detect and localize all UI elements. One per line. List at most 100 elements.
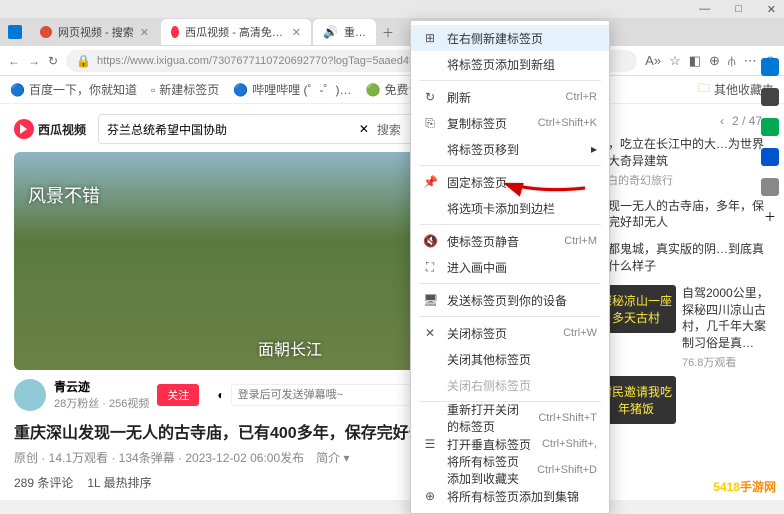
recommend-item[interactable]: 发现一无人的古寺庙，多年，保存完好却无人 (596, 198, 774, 232)
bookmark-item[interactable]: 🔵哔哩哔哩 (゜-゜)… (233, 81, 351, 98)
menu-shortcut: Ctrl+Shift+, (542, 438, 597, 450)
context-menu-item[interactable]: 将标签页添加到新组 (411, 51, 609, 77)
context-menu-item[interactable]: 🖥 发送标签页到你的设备 (411, 287, 609, 313)
tab-title: 重… (344, 24, 366, 40)
menu-icon[interactable]: ⋯ (744, 53, 757, 69)
danmu-toggle[interactable]: ◐ (217, 388, 224, 402)
back-button[interactable]: ← (8, 54, 20, 68)
recommend-item[interactable]: 村民邀请我吃年猪饭 (596, 376, 774, 424)
bookmark-item[interactable]: 🔵百度一下，你就知道 (10, 81, 137, 98)
app-icon (8, 25, 22, 39)
tab-context-menu: ⊞在右侧新建标签页将标签页添加到新组↻刷新Ctrl+R⎘复制标签页Ctrl+Sh… (410, 20, 610, 514)
tab-bar: 网页视频 - 搜索 ✕ 西瓜视频 - 高清免费在线视频 - ✕ 🔊 重… ＋ (0, 18, 784, 46)
menu-item-icon: ↻ (423, 90, 437, 104)
sort-hot[interactable]: 1L 最热排序 (87, 474, 151, 491)
recommend-item[interactable]: …，吃立在长江中的大…为世界八大奇异建筑小白的奇幻旅行 (596, 136, 774, 188)
context-menu-item[interactable]: ⎘复制标签页Ctrl+Shift+K (411, 110, 609, 136)
page-icon: ▫ (151, 83, 155, 97)
site-logo[interactable]: 西瓜视频 (14, 119, 86, 139)
read-aloud-icon[interactable]: A» (645, 53, 661, 68)
sidebar-icon[interactable] (761, 148, 779, 166)
context-menu-item[interactable]: 将所有标签页添加到收藏夹Ctrl+Shift+D (411, 457, 609, 483)
sidebar-icon[interactable] (761, 58, 779, 76)
annotation-arrow (500, 183, 590, 236)
sidebar-icon[interactable] (761, 88, 779, 106)
menu-item-label: 在右侧新建标签页 (447, 30, 597, 47)
menu-item-icon: ☰ (423, 437, 437, 451)
menu-item-label: 刷新 (447, 89, 556, 106)
add-sidebar-icon[interactable]: ＋ (764, 208, 776, 225)
tab-title: 网页视频 - 搜索 (58, 24, 134, 40)
author-avatar[interactable] (14, 379, 46, 411)
menu-item-label: 将标签页移到 (447, 141, 581, 158)
address-bar: ← → ↻ 🔒 https://www.ixigua.com/730767711… (0, 46, 784, 76)
browser-sidebar: ＋ (756, 48, 784, 348)
logo-icon (14, 119, 34, 139)
context-menu-item[interactable]: ✕关闭标签页Ctrl+W (411, 320, 609, 346)
prev-page[interactable]: ‹ (720, 114, 724, 128)
context-menu-item[interactable]: 将标签页移到▸ (411, 136, 609, 162)
context-menu-item[interactable]: ⊕ 将所有标签页添加到集锦 (411, 483, 609, 509)
tab-1[interactable]: 网页视频 - 搜索 ✕ (30, 19, 159, 45)
menu-item-icon: 📌 (423, 175, 437, 189)
search-box[interactable]: ✕ 搜索 (98, 114, 418, 144)
menu-shortcut: Ctrl+M (564, 235, 597, 247)
menu-item-icon: 🔇 (423, 234, 437, 248)
author-stats: 28万粉丝 · 256视频 (54, 395, 149, 411)
minimize-button[interactable]: — (699, 3, 710, 15)
menu-shortcut: Ctrl+Shift+T (538, 412, 597, 424)
context-menu-item[interactable]: ↻刷新Ctrl+R (411, 84, 609, 110)
context-menu-item[interactable]: ⛶进入画中画 (411, 254, 609, 280)
audio-icon: 🔊 (323, 25, 338, 39)
tab-favicon (40, 26, 52, 38)
close-tab-icon[interactable]: ✕ (292, 26, 301, 39)
bookmarks-bar: 🔵百度一下，你就知道 ▫新建标签页 🔵哔哩哔哩 (゜-゜)… 🟢免费专区视频-腾… (0, 76, 784, 104)
recommend-item[interactable]: 探秘凉山一座多天古村 自驾2000公里，探秘四川凉山古村，几千年大案制习俗是真…… (596, 285, 774, 370)
search-input[interactable] (107, 122, 359, 136)
bookmark-item[interactable]: ▫新建标签页 (151, 81, 219, 98)
tab-favicon (171, 26, 179, 38)
context-menu-item[interactable]: 关闭其他标签页 (411, 346, 609, 372)
folder-icon: 🗀 (698, 79, 710, 100)
menu-item-label: 发送标签页到你的设备 (447, 292, 597, 309)
site-icon: 🔵 (233, 83, 248, 97)
tab-3[interactable]: 🔊 重… (313, 19, 376, 45)
menu-item-label: 关闭标签页 (447, 325, 553, 342)
menu-item-icon: ⊞ (423, 31, 437, 45)
menu-item-icon: ✕ (423, 326, 437, 340)
tab-2[interactable]: 西瓜视频 - 高清免费在线视频 - ✕ (161, 19, 311, 45)
context-menu-item[interactable]: ⊞ 在右侧新建标签页 (411, 25, 609, 51)
menu-item-label: 打开垂直标签页 (447, 436, 532, 453)
extension-icon[interactable]: ◧ (689, 53, 701, 69)
close-window-button[interactable]: ✕ (767, 3, 776, 16)
context-menu-item[interactable]: 重新打开关闭的标签页Ctrl+Shift+T (411, 405, 609, 431)
forward-button[interactable]: → (28, 54, 40, 68)
close-tab-icon[interactable]: ✕ (140, 26, 149, 39)
maximize-button[interactable]: □ (735, 3, 742, 15)
refresh-button[interactable]: ↻ (48, 54, 58, 68)
menu-item-icon: 🖥 (423, 293, 437, 307)
sidebar-icon[interactable] (761, 118, 779, 136)
menu-item-icon: ⊕ (423, 489, 437, 503)
intro-toggle[interactable]: 简介 ▾ (316, 449, 349, 466)
context-menu-item: 关闭右侧标签页 (411, 372, 609, 398)
screenshot-icon[interactable]: ⫛ (728, 53, 736, 69)
collections-icon[interactable]: ⊕ (709, 53, 720, 69)
site-icon: 🟢 (366, 83, 381, 97)
favorite-icon[interactable]: ☆ (669, 53, 681, 69)
sidebar: ‹2 / 47› …，吃立在长江中的大…为世界八大奇异建筑小白的奇幻旅行 发现一… (586, 104, 784, 500)
search-button[interactable]: 搜索 (369, 121, 409, 138)
recommend-item[interactable]: …都鬼城，真实版的阴…到底真是什么样子 (596, 241, 774, 275)
menu-item-label: 重新打开关闭的标签页 (447, 401, 528, 435)
author-name[interactable]: 青云迹 (54, 378, 149, 395)
watermark: 5418手游网 (713, 475, 776, 496)
site-icon: 🔵 (10, 83, 25, 97)
sidebar-icon[interactable] (761, 178, 779, 196)
comment-count: 289 条评论 (14, 474, 73, 491)
tab-title: 西瓜视频 - 高清免费在线视频 - (185, 24, 286, 40)
new-tab-button[interactable]: ＋ (382, 24, 394, 41)
follow-button[interactable]: 关注 (157, 384, 199, 406)
clear-icon[interactable]: ✕ (359, 122, 369, 136)
menu-shortcut: Ctrl+Shift+D (537, 464, 597, 476)
menu-item-label: 将所有标签页添加到集锦 (447, 488, 597, 505)
